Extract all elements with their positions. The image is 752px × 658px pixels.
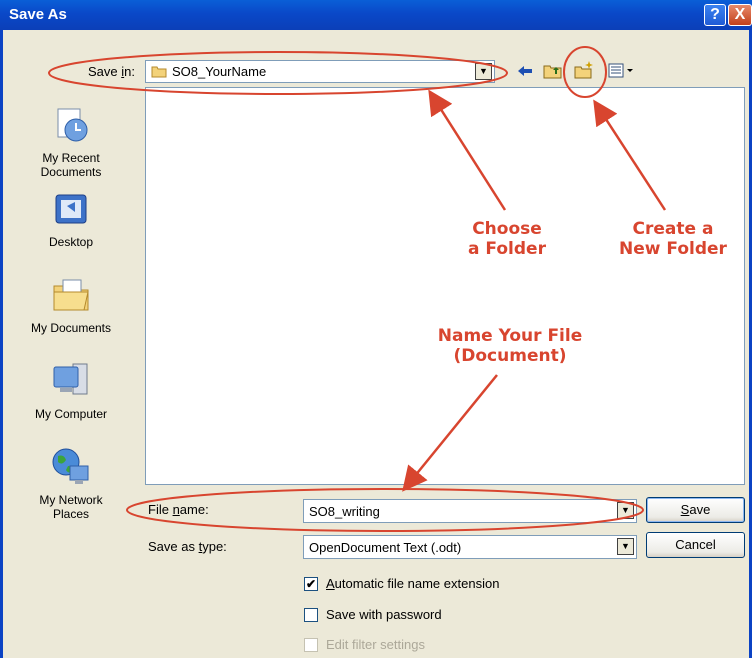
views-menu-icon[interactable] <box>608 63 634 82</box>
new-folder-icon[interactable] <box>574 60 596 83</box>
save-as-type-value: OpenDocument Text (.odt) <box>309 540 462 555</box>
title-bar[interactable]: Save As ? X <box>0 0 752 30</box>
file-name-value: SO8_writing <box>309 504 380 519</box>
place-my-computer[interactable]: My Computer <box>3 360 139 421</box>
chevron-down-icon[interactable]: ▼ <box>617 538 634 555</box>
save-in-dropdown[interactable]: SO8_YourName ▼ <box>145 60 495 83</box>
automatic-extension-label: Automatic file name extension <box>326 576 500 591</box>
create-folder-annotation: Create a New Folder <box>619 219 727 259</box>
my-computer-icon <box>3 360 139 403</box>
save-button[interactable]: Save <box>646 497 745 523</box>
save-as-type-dropdown[interactable]: OpenDocument Text (.odt) ▼ <box>303 535 637 559</box>
place-network-places[interactable]: My Network Places <box>3 446 139 521</box>
place-my-documents[interactable]: My Documents <box>3 276 139 335</box>
place-desktop[interactable]: Desktop <box>3 192 139 249</box>
save-as-type-label: Save as type: <box>148 539 227 554</box>
close-button[interactable]: X <box>728 4 752 26</box>
help-button[interactable]: ? <box>704 4 726 26</box>
back-arrow-icon[interactable] <box>516 63 534 82</box>
automatic-extension-checkbox[interactable]: ✔ <box>304 577 318 591</box>
network-places-icon <box>3 446 139 489</box>
edit-filter-settings-label: Edit filter settings <box>326 637 425 652</box>
choose-folder-annotation: Choose a Folder <box>468 219 546 259</box>
chevron-down-icon[interactable]: ▼ <box>475 63 492 80</box>
cancel-button[interactable]: Cancel <box>646 532 745 558</box>
edit-filter-settings-checkbox <box>304 638 318 652</box>
window-title: Save As <box>9 6 67 23</box>
folder-icon <box>151 65 167 81</box>
file-list-view[interactable] <box>145 87 745 485</box>
save-in-label: Save in: <box>88 64 135 79</box>
name-file-annotation: Name Your File (Document) <box>437 326 583 366</box>
recent-documents-icon <box>3 106 139 147</box>
place-recent-documents[interactable]: My Recent Documents <box>3 106 139 179</box>
up-folder-icon[interactable] <box>543 62 563 83</box>
chevron-down-icon[interactable]: ▼ <box>617 502 634 519</box>
my-documents-icon <box>3 276 139 317</box>
desktop-icon <box>3 192 139 231</box>
file-name-input[interactable]: SO8_writing ▼ <box>303 499 637 523</box>
file-name-label: File name: <box>148 502 209 517</box>
save-with-password-checkbox[interactable] <box>304 608 318 622</box>
save-with-password-label: Save with password <box>326 607 442 622</box>
places-bar: My Recent Documents Desktop My Documents… <box>3 88 139 658</box>
save-in-value: SO8_YourName <box>172 64 267 79</box>
